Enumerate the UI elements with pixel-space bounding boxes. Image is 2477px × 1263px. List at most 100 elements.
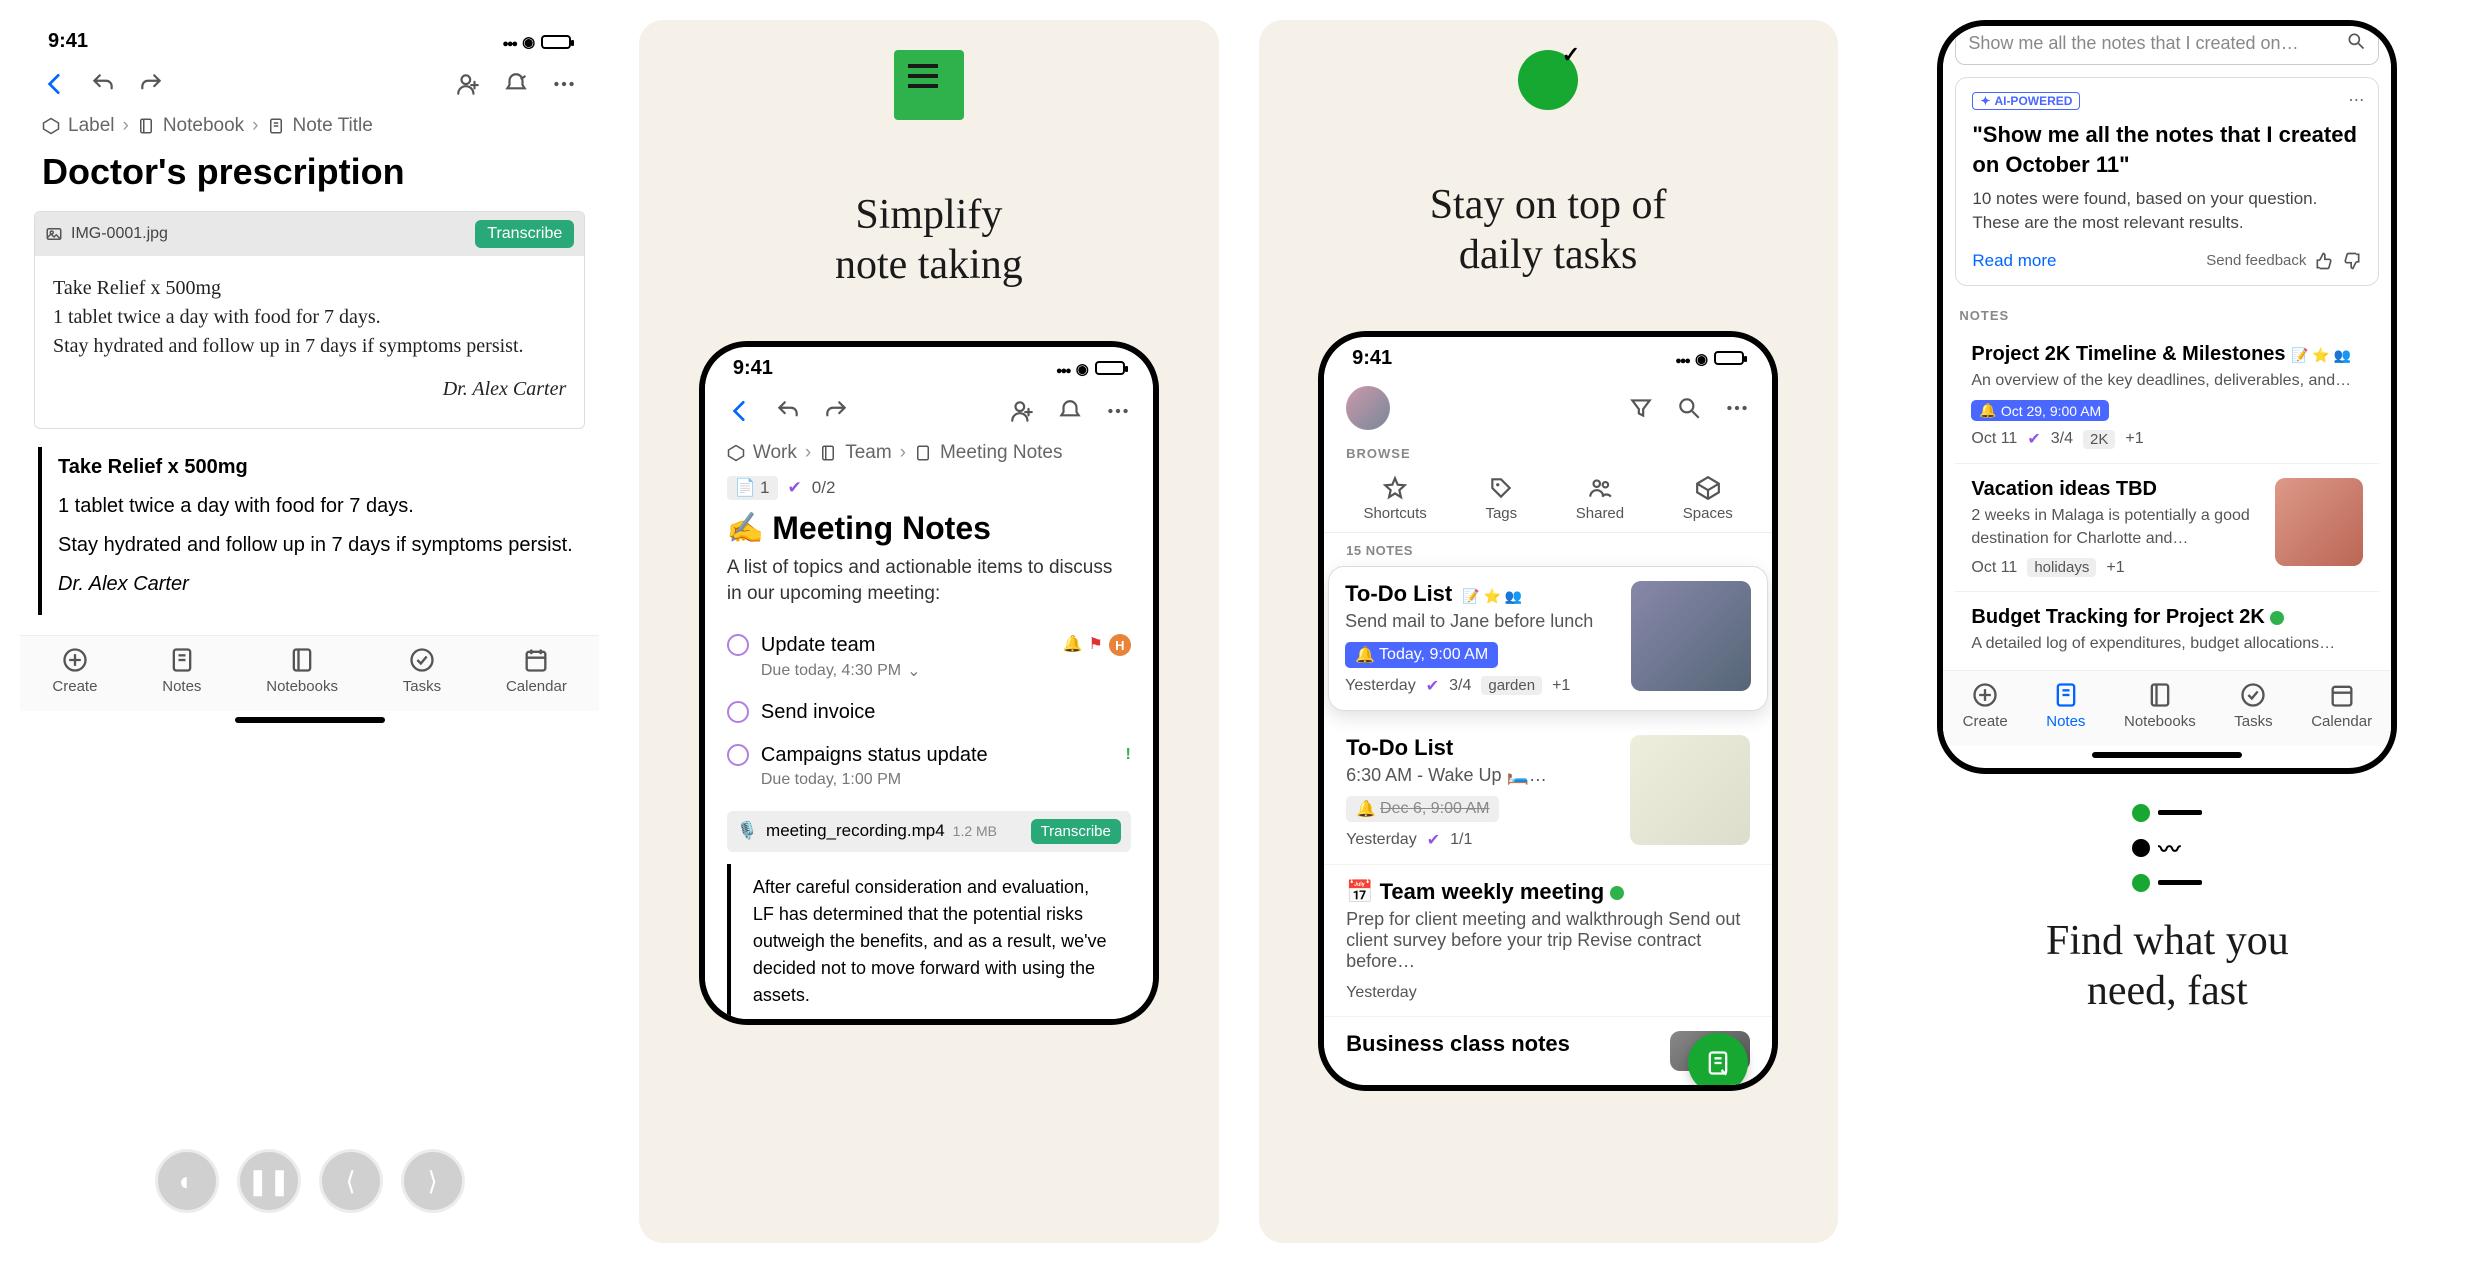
thumbs-up-icon[interactable]	[2314, 251, 2334, 271]
note-count-chip[interactable]: 📄1	[727, 476, 778, 500]
skip-fwd-icon[interactable]: ⟩	[401, 1149, 465, 1213]
result-thumbnail	[2275, 478, 2363, 566]
ai-query-title: "Show me all the notes that I created on…	[1972, 120, 2362, 179]
search-result[interactable]: Project 2K Timeline & Milestones 📝 ⭐ 👥 A…	[1955, 329, 2379, 464]
tab-calendar[interactable]: Calendar	[506, 646, 567, 695]
transcribe-button[interactable]: Transcribe	[1031, 819, 1121, 844]
read-more-link[interactable]: Read more	[1972, 251, 2056, 271]
video-controls-overlay: ◐ ❚❚ ⟨ ⟩	[155, 1149, 465, 1213]
note-title: Meeting Notes	[772, 510, 991, 547]
back-icon[interactable]	[727, 398, 753, 424]
shared-icon	[1610, 886, 1624, 900]
search-icon[interactable]	[2346, 31, 2366, 56]
redo-icon[interactable]	[138, 71, 164, 97]
ai-badge: ✦ AI-POWERED	[1972, 92, 2080, 110]
skip-back-icon[interactable]: ⟨	[319, 1149, 383, 1213]
task-checkbox[interactable]	[727, 744, 749, 766]
notebook-icon	[137, 117, 155, 135]
back-icon[interactable]	[42, 71, 68, 97]
undo-icon[interactable]	[775, 398, 801, 424]
thumbs-down-icon[interactable]	[2342, 251, 2362, 271]
tab-tasks[interactable]: Tasks	[2234, 681, 2272, 730]
chevron-down-icon[interactable]: ⌄	[907, 661, 920, 681]
profile-avatar[interactable]	[1346, 386, 1390, 430]
status-bar: 9:41	[1324, 337, 1772, 376]
reminder-icon[interactable]	[503, 71, 529, 97]
wifi-icon	[1695, 347, 1708, 370]
phone-frame: Show me all the notes that I created on……	[1937, 20, 2397, 774]
notebook-icon	[2146, 681, 2174, 709]
search-input[interactable]: Show me all the notes that I created on…	[1955, 22, 2379, 65]
tab-tasks[interactable]: Tasks	[403, 646, 441, 695]
breadcrumb[interactable]: Label › Notebook › Note Title	[20, 109, 599, 143]
browse-tab-shared[interactable]: Shared	[1576, 475, 1624, 522]
transcript-line: Take Relief x 500mg	[58, 453, 581, 482]
reminder-icon[interactable]	[1057, 398, 1083, 424]
search-hero-icon: 〰	[2132, 804, 2202, 892]
filter-icon[interactable]	[1628, 395, 1654, 421]
browse-tab-spaces[interactable]: Spaces	[1683, 475, 1733, 522]
more-icon[interactable]	[1724, 395, 1750, 421]
title-emoji-icon: ✍️	[727, 511, 764, 546]
search-result[interactable]: Vacation ideas TBD 2 weeks in Malaga is …	[1955, 464, 2379, 592]
new-note-fab[interactable]	[1688, 1033, 1748, 1091]
transcription-text: Take Relief x 500mg 1 tablet twice a day…	[38, 447, 581, 615]
tab-create[interactable]: Create	[1963, 681, 2008, 730]
more-icon[interactable]: ⋯	[2348, 90, 2364, 110]
note-card[interactable]: To-Do List 6:30 AM - Wake Up 🛏️… 🔔Dec 6,…	[1324, 721, 1772, 865]
file-attachment[interactable]: 🎙️ meeting_recording.mp4 1.2 MB Transcri…	[727, 811, 1131, 852]
battery-icon	[1714, 351, 1744, 365]
note-card[interactable]: 📅 Team weekly meeting Prep for client me…	[1324, 865, 1772, 1017]
pause-icon[interactable]: ❚❚	[237, 1149, 301, 1213]
ai-answer-body: 10 notes were found, based on your quest…	[1972, 187, 2362, 235]
task-check-icon: ✔	[1426, 676, 1439, 696]
tab-notes[interactable]: Notes	[2046, 681, 2085, 730]
share-person-icon[interactable]	[1009, 398, 1035, 424]
undo-icon[interactable]	[90, 71, 116, 97]
bell-icon: 🔔	[1979, 402, 1996, 419]
browse-tab-shortcuts[interactable]: Shortcuts	[1363, 475, 1426, 522]
search-icon[interactable]	[1676, 395, 1702, 421]
tab-notebooks[interactable]: Notebooks	[266, 646, 338, 695]
crumb-note[interactable]: Note Title	[293, 115, 373, 137]
tab-create[interactable]: Create	[52, 646, 97, 695]
more-icon[interactable]	[1105, 398, 1131, 424]
task-item[interactable]: Send invoice	[705, 691, 1153, 734]
browse-tab-tags[interactable]: Tags	[1485, 475, 1517, 522]
reminder-pill: 🔔Today, 9:00 AM	[1345, 642, 1498, 668]
new-note-icon	[1704, 1049, 1732, 1077]
share-person-icon[interactable]	[455, 71, 481, 97]
task-checkbox[interactable]	[727, 701, 749, 723]
calendar-icon	[2328, 681, 2356, 709]
note-title: Doctor's prescription	[20, 143, 599, 207]
panel-headline: Simplify note taking	[835, 190, 1023, 291]
shared-icon	[2270, 611, 2284, 625]
crumb-label[interactable]: Label	[68, 115, 115, 137]
status-bar: 9:41	[20, 20, 599, 59]
note-icon	[267, 117, 285, 135]
phone-frame: 9:41 Work› Team›	[699, 341, 1159, 1025]
bell-icon: 🔔	[1355, 645, 1375, 665]
task-checkbox[interactable]	[727, 634, 749, 656]
more-icon[interactable]	[551, 71, 577, 97]
battery-icon	[1095, 361, 1125, 375]
redo-icon[interactable]	[823, 398, 849, 424]
search-result[interactable]: Budget Tracking for Project 2K A detaile…	[1955, 592, 2379, 669]
notebook-icon	[819, 444, 837, 462]
space-icon	[727, 444, 745, 462]
file-name: meeting_recording.mp4	[766, 821, 945, 841]
transcribe-button[interactable]: Transcribe	[475, 220, 574, 248]
image-attachment-card: IMG-0001.jpg Transcribe Take Relief x 50…	[34, 211, 585, 429]
tab-notebooks[interactable]: Notebooks	[2124, 681, 2196, 730]
loading-spinner-icon[interactable]: ◐	[155, 1149, 219, 1213]
featured-note-card[interactable]: To-Do List 📝 ⭐ 👥 Send mail to Jane befor…	[1328, 566, 1768, 711]
signal-icon	[1056, 357, 1070, 380]
note-thumbnail	[1630, 735, 1750, 845]
tab-notes[interactable]: Notes	[162, 646, 201, 695]
crumb-notebook[interactable]: Notebook	[163, 115, 244, 137]
plus-circle-icon	[1971, 681, 1999, 709]
tab-calendar[interactable]: Calendar	[2311, 681, 2372, 730]
task-item[interactable]: Campaigns status update ! Due today, 1:0…	[705, 734, 1153, 799]
task-item[interactable]: Update team 🔔 ⚑ H Due today, 4:30 PM⌄	[705, 624, 1153, 691]
breadcrumb[interactable]: Work› Team› Meeting Notes	[705, 436, 1153, 470]
